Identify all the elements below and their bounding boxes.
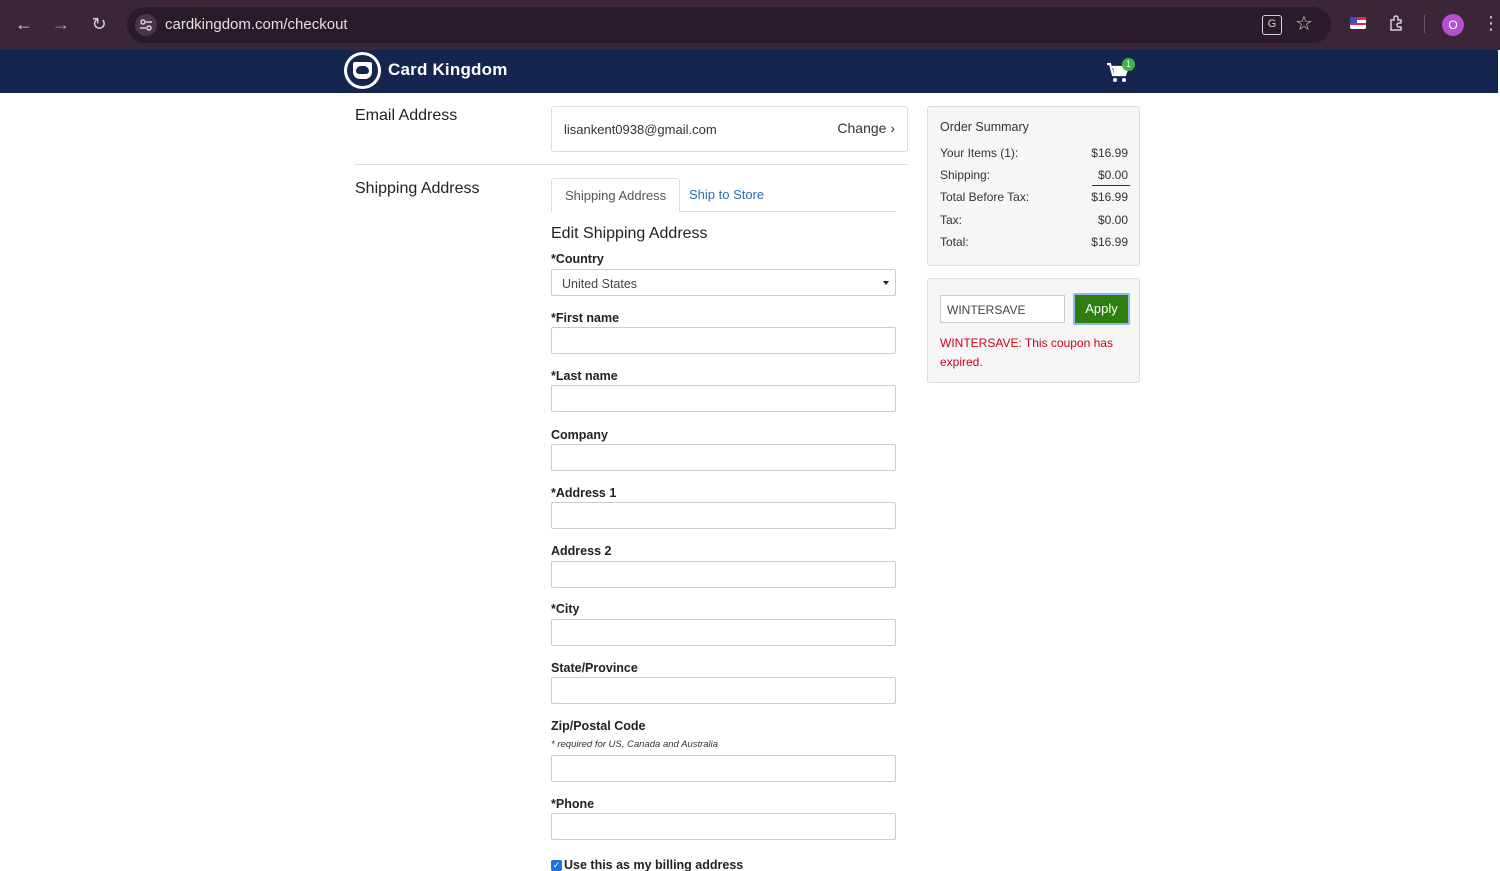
site-header: Card Kingdom [0,50,1498,93]
state-input[interactable] [551,677,896,704]
city-label: *City [551,602,580,616]
email-box: lisankent0938@gmail.com Change › [551,106,908,152]
summary-value: $16.99 [1091,146,1128,160]
coupon-panel: WINTERSAVE Apply WINTERSAVE: This coupon… [927,278,1140,383]
company-input[interactable] [551,444,896,471]
phone-label: *Phone [551,797,595,811]
first-name-input[interactable] [551,327,896,354]
last-name-input[interactable] [551,385,896,412]
caret-down-icon [883,281,889,285]
translate-icon[interactable]: G [1262,15,1282,35]
summary-row-total: Total: $16.99 [940,235,1128,253]
address-bar[interactable]: cardkingdom.com/checkout G ☆ [127,7,1331,43]
billing-label[interactable]: Use this as my billing address [564,858,743,871]
form-title: Edit Shipping Address [551,225,708,242]
order-summary-panel: Order Summary Your Items (1): $16.99 Shi… [927,106,1140,266]
summary-label: Your Items (1): [940,146,1019,160]
change-label: Change [837,120,887,136]
address2-label: Address 2 [551,544,612,558]
summary-label: Tax: [940,213,963,227]
country-select[interactable]: United States [551,269,896,296]
summary-value: $16.99 [1091,235,1128,249]
summary-label: Shipping: [940,168,991,182]
summary-row-items: Your Items (1): $16.99 [940,146,1128,164]
forward-arrow-icon[interactable]: → [47,10,75,38]
shipping-tabs: Shipping Address Ship to Store [551,178,896,213]
apply-coupon-button[interactable]: Apply [1073,293,1130,325]
summary-row-shipping: Shipping: $0.00 [940,168,1128,186]
summary-row-before-tax: Total Before Tax: $16.99 [940,190,1128,208]
order-summary-title: Order Summary [940,120,1029,134]
change-email-link[interactable]: Change › [837,120,895,136]
country-label: *Country [551,252,604,266]
first-name-label: *First name [551,311,620,325]
country-selected-value: United States [562,277,638,291]
browser-toolbar: ← → ↻ cardkingdom.com/checkout G ☆ O ⋮ [0,0,1500,50]
address1-input[interactable] [551,502,896,529]
card-kingdom-logo-icon[interactable] [344,52,381,89]
bookmark-star-icon[interactable]: ☆ [1295,11,1313,36]
address2-input[interactable] [551,561,896,588]
summary-value: $0.00 [1097,213,1128,227]
chevron-right-icon: › [890,120,895,136]
zip-hint: * required for US, Canada and Australia [551,739,719,750]
back-arrow-icon[interactable]: ← [10,10,38,38]
extensions-puzzle-icon[interactable] [1388,14,1406,32]
summary-value: $0.00 [1097,168,1128,182]
reload-icon[interactable]: ↻ [85,10,113,38]
last-name-label: *Last name [551,369,618,383]
coupon-error-message: WINTERSAVE: This coupon has expired. [940,336,1113,369]
email-section-label: Email Address [355,107,458,124]
zip-input[interactable] [551,755,896,782]
summary-label: Total Before Tax: [940,190,1030,204]
brand-name[interactable]: Card Kingdom [388,60,508,80]
company-label: Company [551,428,608,442]
browser-menu-icon[interactable]: ⋮ [1482,12,1500,34]
url-text[interactable]: cardkingdom.com/checkout [165,16,348,33]
summary-label: Total: [940,235,969,249]
shipping-section-label: Shipping Address [355,180,480,197]
tab-shipping-address[interactable]: Shipping Address [551,178,681,213]
summary-value: $16.99 [1091,190,1128,204]
section-divider [355,164,908,165]
zip-label: Zip/Postal Code [551,719,646,733]
extension-flag-icon[interactable] [1349,14,1367,32]
site-info-icon[interactable] [135,14,157,36]
cart-count-badge: 1 [1122,58,1135,71]
profile-avatar[interactable]: O [1442,14,1464,36]
address1-label: *Address 1 [551,486,617,500]
coupon-code-input[interactable]: WINTERSAVE [940,295,1065,323]
email-value: lisankent0938@gmail.com [564,122,717,137]
toolbar-divider [1424,15,1425,33]
tab-ship-to-store[interactable]: Ship to Store [676,178,777,212]
state-label: State/Province [551,661,638,675]
summary-row-tax: Tax: $0.00 [940,213,1128,231]
subtotal-rule [1092,185,1130,186]
city-input[interactable] [551,619,896,646]
phone-input[interactable] [551,813,896,840]
billing-checkbox[interactable]: ✓ [551,860,562,871]
